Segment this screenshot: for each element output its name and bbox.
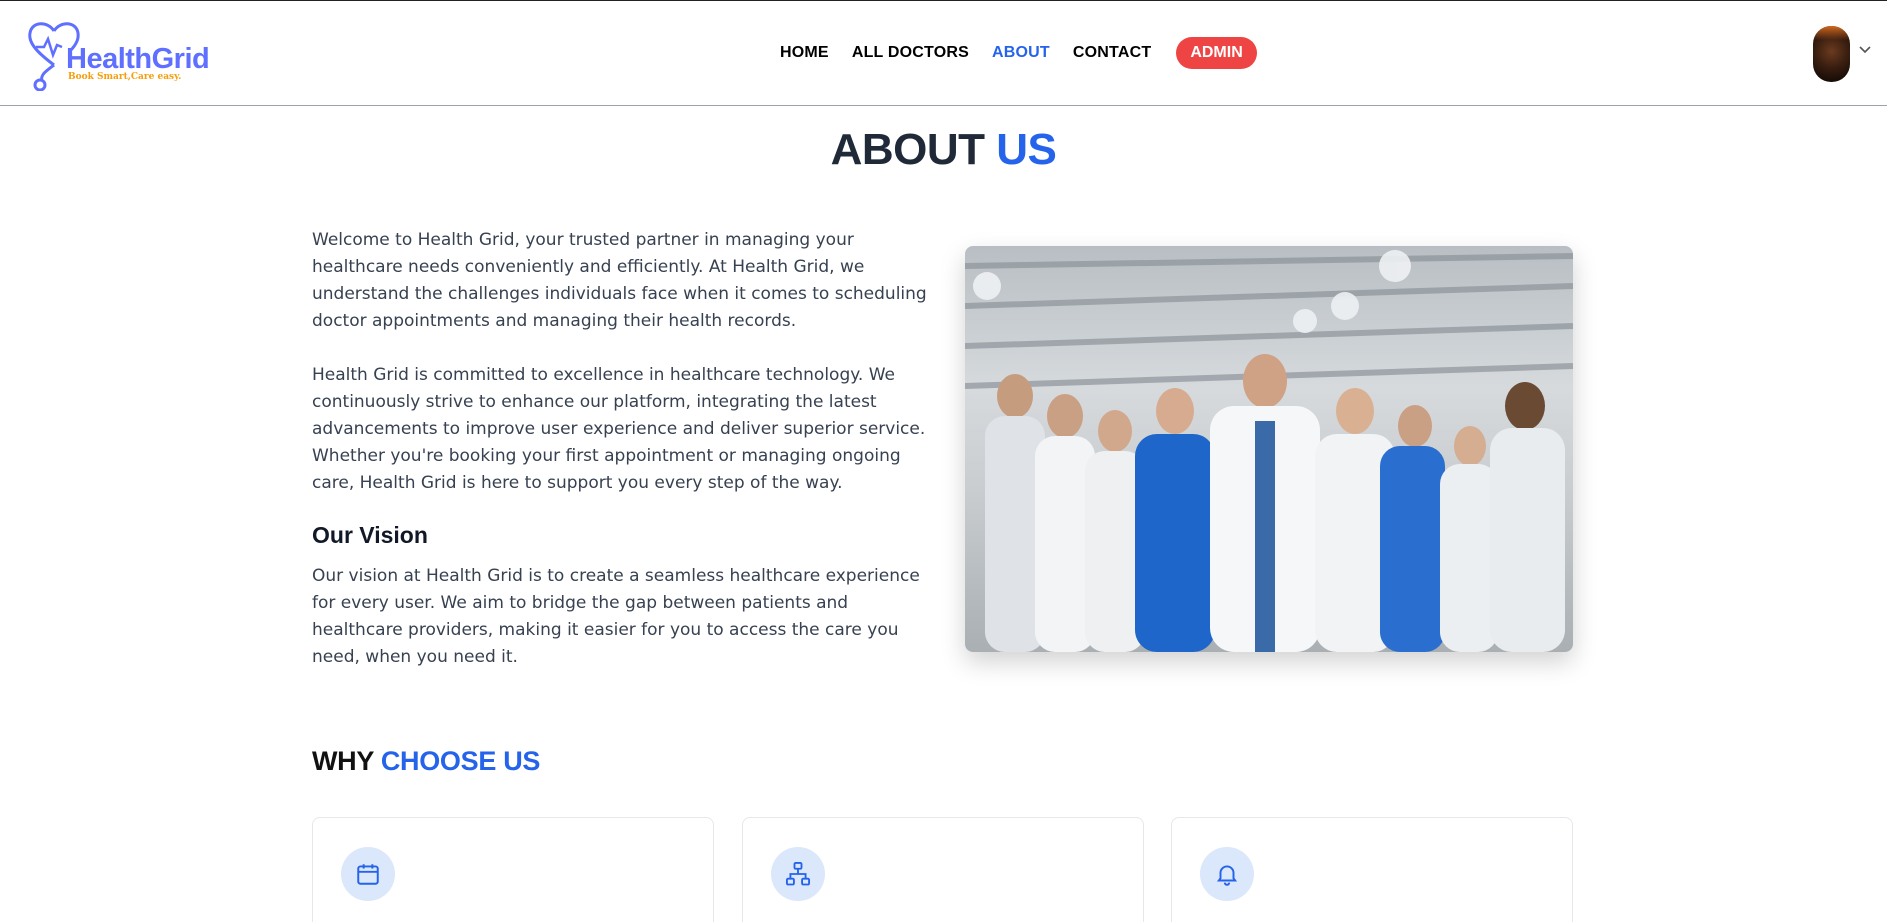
bell-icon: [1200, 847, 1254, 901]
network-icon: [771, 847, 825, 901]
brand-tagline: Book Smart,Care easy.: [68, 72, 182, 82]
team-photo: [965, 246, 1573, 652]
admin-button[interactable]: ADMIN: [1176, 37, 1257, 69]
avatar[interactable]: [1813, 26, 1850, 82]
about-paragraph-2: Health Grid is committed to excellence i…: [312, 365, 926, 493]
main-nav: HOME ALL DOCTORS ABOUT CONTACT ADMIN: [780, 35, 1257, 71]
why-title-accent: CHOOSE US: [380, 746, 541, 776]
vision-heading: Our Vision: [312, 522, 428, 548]
why-choose-us-heading: WHY CHOOSE US: [312, 746, 540, 777]
chevron-down-icon[interactable]: [1858, 43, 1872, 57]
feature-card-3: [1171, 817, 1573, 922]
nav-all-doctors[interactable]: ALL DOCTORS: [852, 44, 969, 62]
feature-card-2: [742, 817, 1144, 922]
page-title-accent: US: [996, 125, 1057, 174]
page-title-main: ABOUT: [830, 125, 985, 174]
feature-card-1: [312, 817, 714, 922]
nav-contact[interactable]: CONTACT: [1073, 44, 1151, 62]
about-text: Welcome to Health Grid, your trusted par…: [312, 227, 932, 698]
about-paragraph-1: Welcome to Health Grid, your trusted par…: [312, 230, 927, 331]
nav-home[interactable]: HOME: [780, 44, 829, 62]
top-navbar: HealthGrid Book Smart,Care easy. HOME AL…: [0, 1, 1887, 106]
page-title: ABOUT US: [0, 125, 1887, 175]
healthgrid-logo[interactable]: HealthGrid Book Smart,Care easy.: [26, 17, 216, 91]
nav-about[interactable]: ABOUT: [992, 44, 1050, 62]
vision-paragraph: Our vision at Health Grid is to create a…: [312, 566, 920, 667]
why-title-main: WHY: [312, 746, 374, 776]
calendar-icon: [341, 847, 395, 901]
